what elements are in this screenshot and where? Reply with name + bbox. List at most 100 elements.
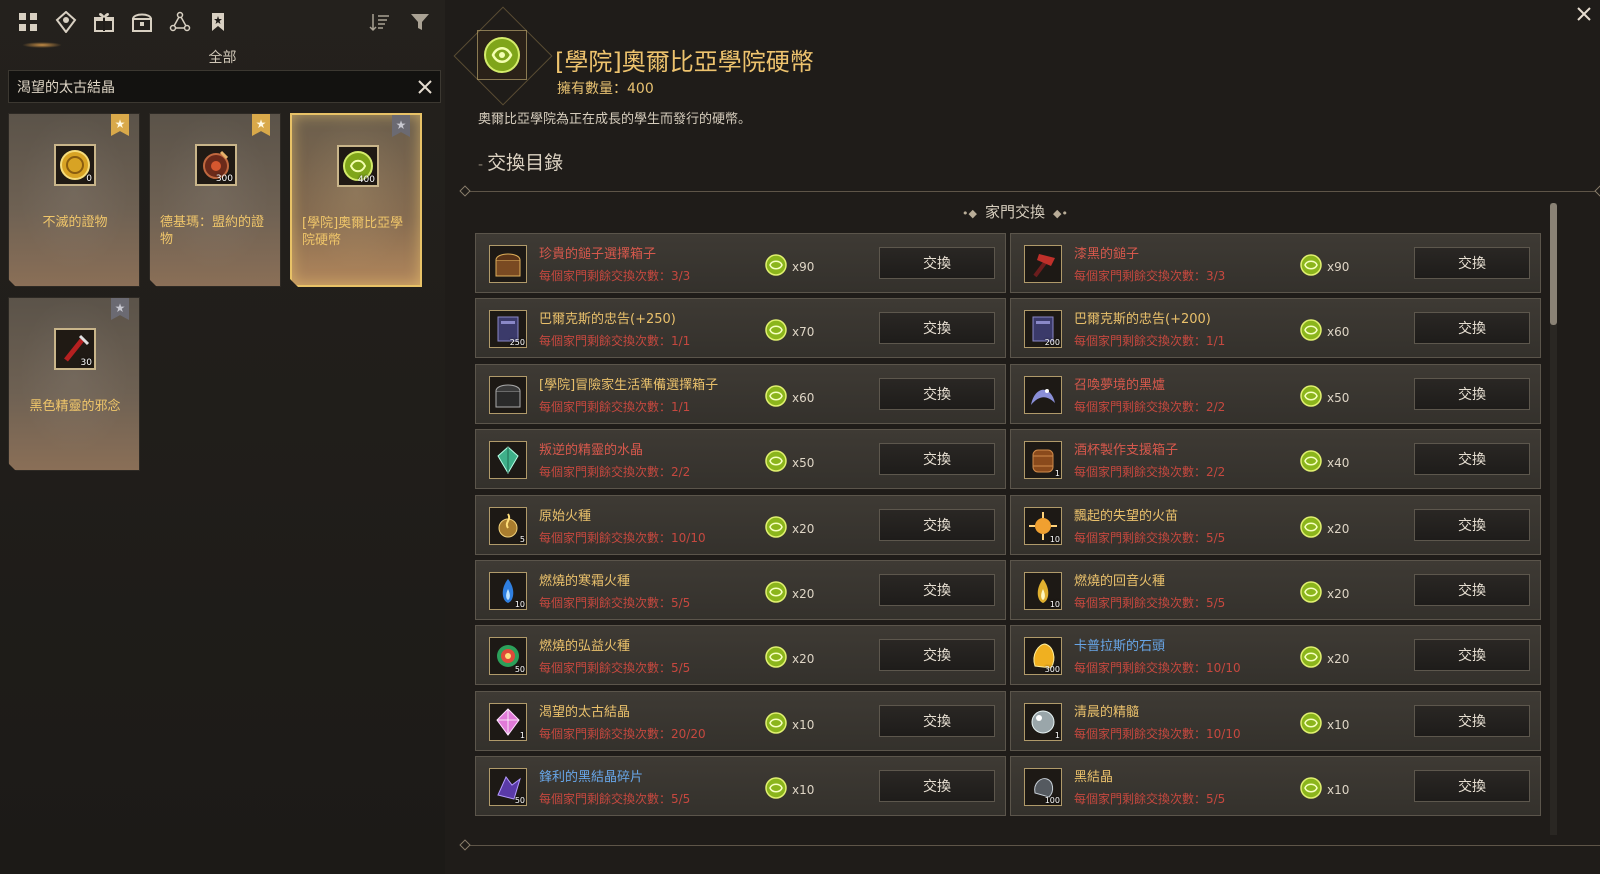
academy-coin-icon — [1299, 449, 1323, 477]
exchange-limit: 每個家門剩餘交換次數：10/10 — [1074, 661, 1241, 676]
favorite-star-icon[interactable]: ★ — [392, 115, 410, 137]
exchange-button[interactable]: 交換 — [879, 508, 995, 541]
favorite-star-icon[interactable]: ★ — [111, 114, 129, 136]
exchange-button[interactable]: 交換 — [879, 312, 995, 345]
exchange-row: 叛逆的精靈的水晶 每個家門剩餘交換次數：2/2 x50 交換 — [475, 429, 1006, 490]
exchange-item-name: 漆黑的鎚子 — [1074, 247, 1140, 262]
currency-card-selected[interactable]: ★ 400 [學院]奧爾比亞學院硬幣 — [290, 113, 422, 287]
exchange-limit: 每個家門剩餘交換次數：5/5 — [539, 596, 691, 610]
currency-card[interactable]: ★ 0 不滅的證物 — [8, 113, 140, 287]
exchange-button[interactable]: 交換 — [879, 770, 995, 803]
exchange-row: 10 燃燒的回音火種 每個家門剩餘交換次數：5/5 x20 交換 — [1010, 560, 1541, 620]
exchange-cost: x20 — [764, 580, 814, 608]
exchange-cost: x20 — [1299, 645, 1349, 673]
clear-icon[interactable] — [410, 72, 440, 102]
exchange-limit: 每個家門剩餘交換次數：3/3 — [1074, 269, 1226, 283]
exchange-cost: x50 — [1299, 384, 1349, 412]
gift-icon[interactable] — [90, 8, 118, 36]
academy-coin-icon — [764, 580, 788, 608]
item-description: 奧爾比亞學院為正在成長的學生而發行的硬幣。 — [478, 112, 752, 127]
hammer-icon — [1024, 245, 1062, 283]
bookmark-icon[interactable] — [204, 8, 232, 36]
exchange-button[interactable]: 交換 — [879, 247, 995, 279]
scrollbar-thumb[interactable] — [1550, 203, 1557, 325]
academy-coin-icon — [764, 776, 788, 804]
exchange-item-name: 黑結晶 — [1074, 770, 1114, 786]
gold-stone-icon: 300 — [1024, 637, 1062, 676]
exchange-button[interactable]: 交換 — [879, 574, 995, 606]
favorite-star-icon[interactable]: ★ — [111, 298, 129, 320]
exchange-button[interactable]: 交換 — [1414, 639, 1530, 672]
map-pin-icon[interactable] — [52, 8, 80, 36]
exchange-cost: x90 — [1299, 253, 1349, 281]
favorite-star-icon[interactable]: ★ — [252, 114, 270, 136]
exchange-limit: 每個家門剩餘交換次數：5/5 — [1074, 596, 1226, 610]
sort-icon[interactable] — [366, 8, 394, 36]
exchange-button[interactable]: 交換 — [1414, 508, 1530, 541]
exchange-row: 漆黑的鎚子每個家門剩餘交換次數：3/3 x90 交換 — [1010, 233, 1541, 293]
exchange-item-name: 燃燒的寒霜火種 — [539, 574, 631, 589]
dark-staff-icon: 30 — [54, 328, 96, 370]
exchange-row: 10 燃燒的寒霜火種每個家門剩餘交換次數：5/5 x20 交換 — [475, 560, 1006, 620]
item-list-panel: 全部 ★ 0 不滅的證物 ★ 300 德基瑪：盟約的證物 ★ 400 [學院]奧… — [0, 0, 445, 874]
search-input[interactable] — [9, 71, 410, 102]
exchange-button[interactable]: 交換 — [879, 639, 995, 672]
exchange-cost: x10 — [1299, 711, 1349, 739]
card-name: [學院]奧爾比亞學院硬幣 — [302, 216, 404, 248]
dark-chest-icon — [489, 375, 527, 414]
book-icon: 250 — [489, 310, 527, 349]
academy-coin-icon — [764, 515, 788, 543]
exchange-item-name: 巴爾克斯的忠告(+200) — [1074, 312, 1211, 328]
exchange-limit: 每個家門剩餘交換次數：2/2 — [1074, 399, 1226, 414]
exchange-button[interactable]: 交換 — [1414, 704, 1530, 737]
exchange-cost: x20 — [764, 645, 814, 673]
exchange-button[interactable]: 交換 — [1414, 574, 1530, 606]
exchange-cost: x20 — [764, 515, 814, 543]
exchange-button[interactable]: 交換 — [879, 704, 995, 737]
exchange-row: 100 黑結晶 每個家門剩餘交換次數：5/5 x10 交換 — [1010, 756, 1541, 817]
exchange-button[interactable]: 交換 — [879, 377, 995, 410]
exchange-row: 召喚夢境的黑爐 每個家門剩餘交換次數：2/2 x50 交換 — [1010, 363, 1541, 424]
card-name: 德基瑪：盟約的證物 — [160, 215, 265, 247]
exchange-button[interactable]: 交換 — [1414, 247, 1530, 279]
network-icon[interactable] — [166, 8, 194, 36]
exchange-item-name: 清晨的精髓 — [1074, 704, 1140, 720]
academy-coin-icon — [1299, 711, 1323, 739]
exchange-button[interactable]: 交換 — [1414, 770, 1530, 803]
owned-count: 擁有數量：400 — [557, 81, 654, 97]
exchange-row: 50 燃燒的弘益火種 每個家門剩餘交換次數：5/5 x20 交換 — [475, 625, 1006, 686]
yellow-flame-icon: 10 — [1024, 572, 1062, 610]
rainbow-flame-icon: 50 — [489, 637, 527, 676]
blue-flame-icon: 10 — [489, 572, 527, 610]
exchange-button[interactable]: 交換 — [1414, 443, 1530, 476]
gold-coin-icon: 0 — [54, 144, 96, 186]
exchange-limit: 每個家門剩餘交換次數：1/1 — [539, 334, 691, 349]
currency-card[interactable]: ★ 300 德基瑪：盟約的證物 — [149, 113, 281, 287]
exchange-cost: x90 — [764, 253, 814, 281]
exchange-limit: 每個家門剩餘交換次數：20/20 — [539, 726, 706, 741]
exchange-button[interactable]: 交換 — [1414, 377, 1530, 410]
grid-icon[interactable] — [14, 8, 42, 36]
exchange-row: 珍貴的鎚子選擇箱子 每個家門剩餘交換次數：3/3 x90 交換 — [475, 233, 1006, 293]
exchange-button[interactable]: 交換 — [1414, 312, 1530, 345]
card-name: 黑色精靈的邪念 — [29, 399, 121, 414]
currency-card[interactable]: ★ 30 黑色精靈的邪念 — [8, 297, 140, 471]
exchange-row: 50 鋒利的黑結晶碎片 每個家門剩餘交換次數：5/5 x10 交換 — [475, 756, 1006, 817]
exchange-limit: 每個家門剩餘交換次數：1/1 — [1074, 334, 1226, 349]
close-icon[interactable] — [1572, 2, 1596, 26]
exchange-button[interactable]: 交換 — [879, 443, 995, 476]
divider-ornament — [1594, 185, 1600, 197]
academy-coin-icon: 400 — [337, 145, 379, 187]
divider-ornament — [459, 839, 471, 851]
card-name: 不滅的證物 — [42, 215, 108, 230]
chest-icon[interactable] — [128, 8, 156, 36]
exchange-item-name: 卡普拉斯的石頭 — [1074, 639, 1166, 655]
filter-icon[interactable] — [406, 8, 434, 36]
exchange-limit: 每個家門剩餘交換次數：5/5 — [1074, 792, 1226, 807]
exchange-row: 1 清晨的精髓 每個家門剩餘交換次數：10/10 x10 交換 — [1010, 690, 1541, 751]
exchange-row: 1 酒杯製作支援箱子 每個家門剩餘交換次數：2/2 x40 交換 — [1010, 429, 1541, 490]
exchange-limit: 每個家門剩餘交換次數：2/2 — [1074, 465, 1226, 480]
academy-coin-icon — [1299, 318, 1323, 346]
academy-coin-icon — [1299, 384, 1323, 412]
dragon-icon — [1024, 375, 1062, 414]
